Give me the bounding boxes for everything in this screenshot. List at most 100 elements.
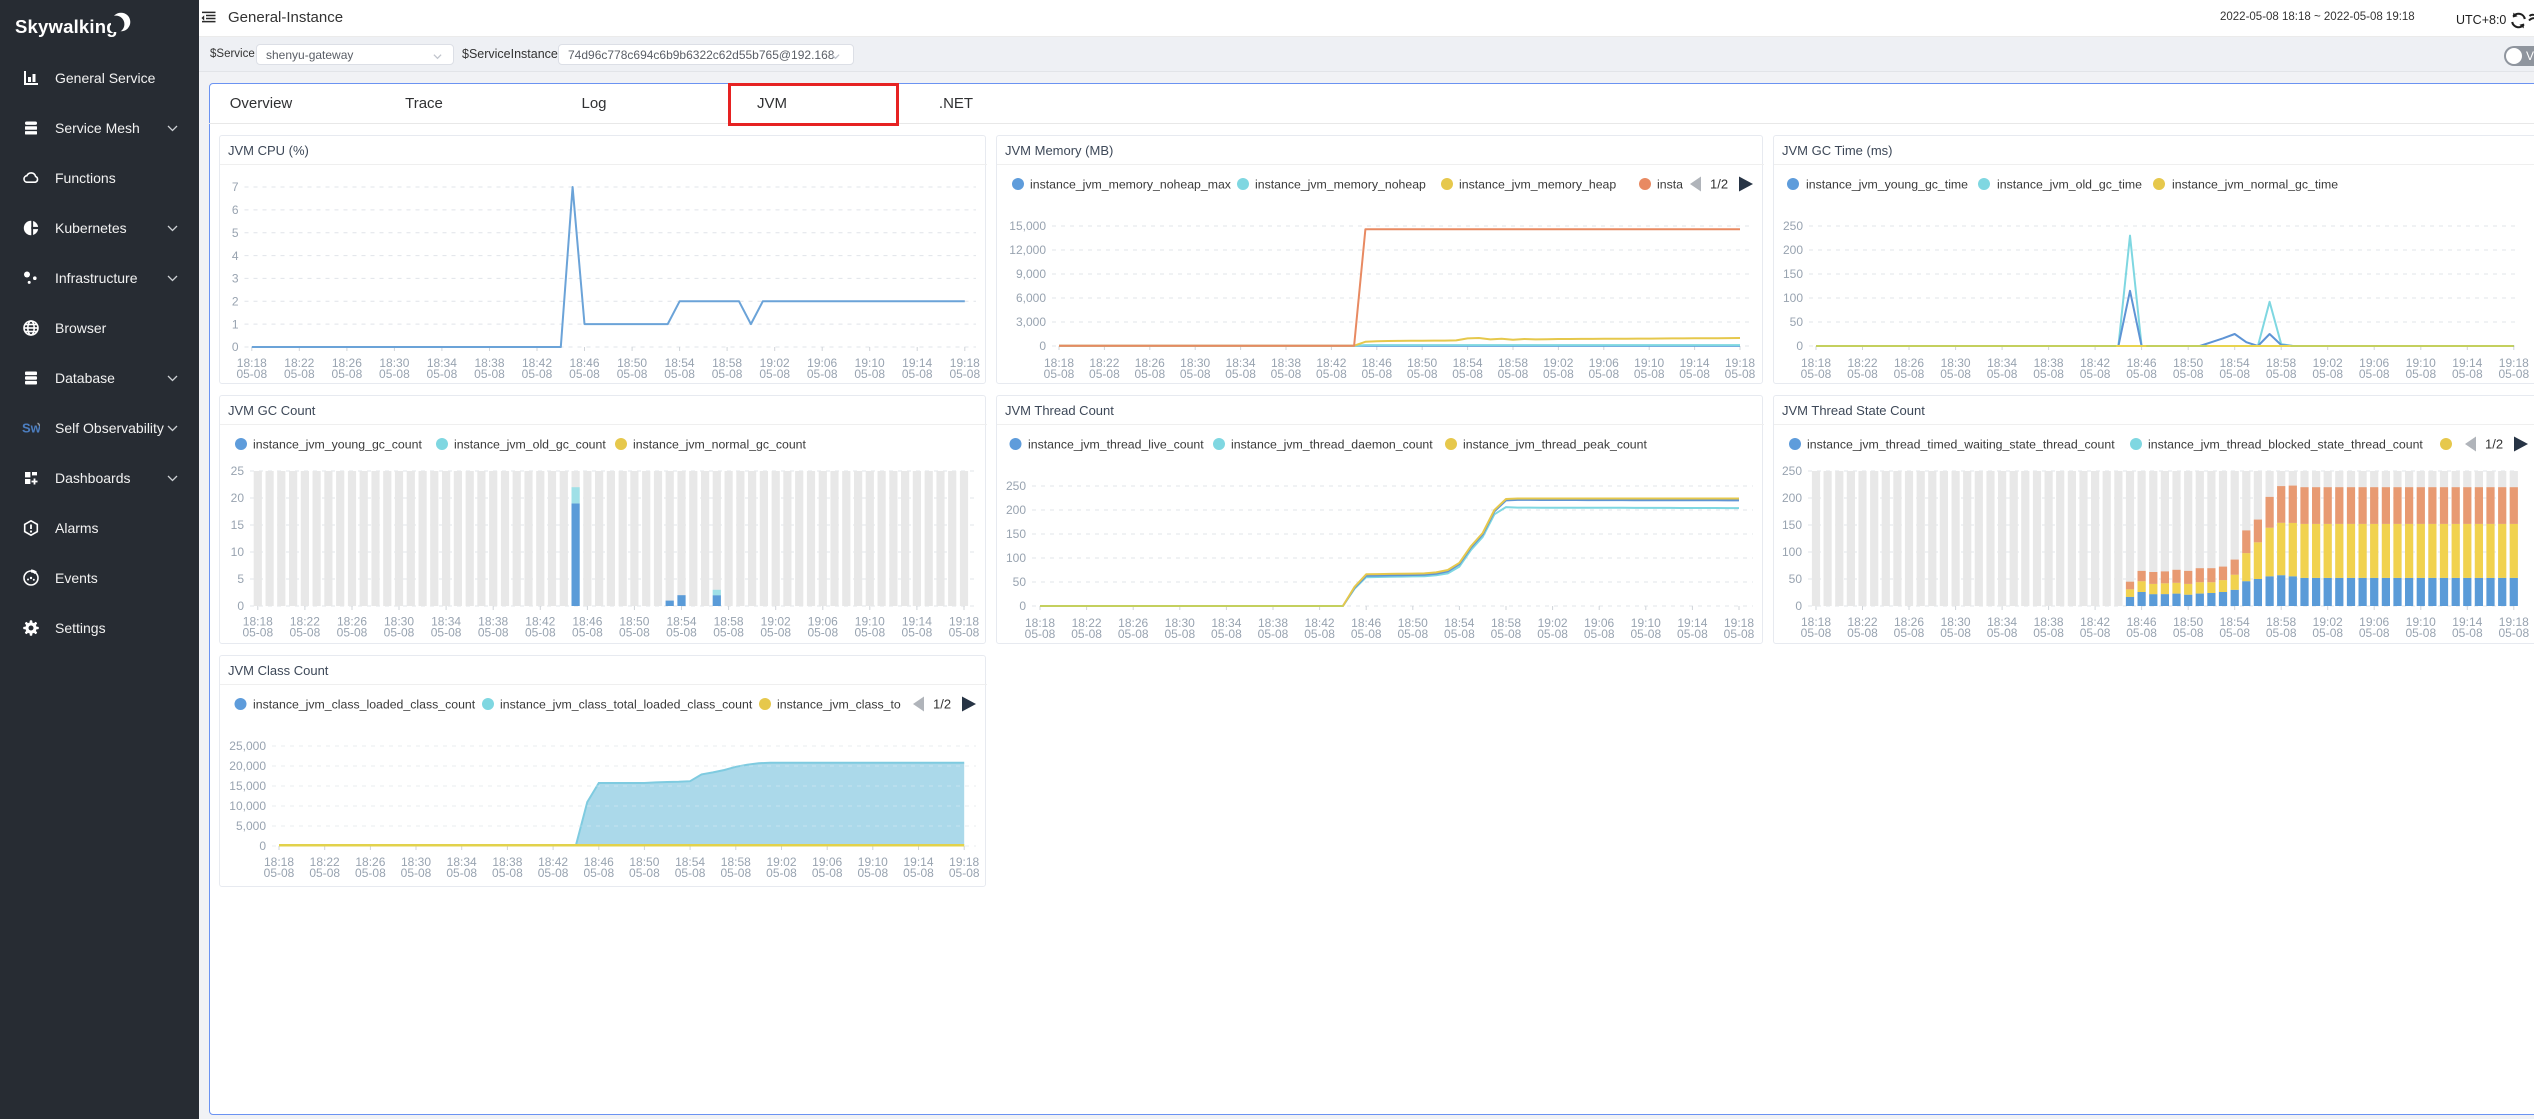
- svg-text:05-08: 05-08: [431, 626, 462, 640]
- svg-text:200: 200: [1006, 503, 1026, 517]
- svg-text:05-08: 05-08: [401, 866, 432, 880]
- svg-text:insta: insta: [1657, 178, 1683, 192]
- svg-text:05-08: 05-08: [446, 866, 477, 880]
- svg-text:05-08: 05-08: [1407, 367, 1438, 381]
- svg-text:instance_jvm_old_gc_time: instance_jvm_old_gc_time: [1997, 178, 2142, 192]
- svg-text:instance_jvm_thread_peak_count: instance_jvm_thread_peak_count: [1463, 438, 1647, 452]
- svg-text:instance_jvm_normal_gc_time: instance_jvm_normal_gc_time: [2172, 178, 2338, 192]
- svg-text:05-08: 05-08: [1044, 367, 1075, 381]
- svg-text:05-08: 05-08: [902, 626, 933, 640]
- svg-text:200: 200: [1782, 491, 1802, 505]
- svg-text:05-08: 05-08: [2080, 626, 2111, 640]
- svg-text:JVM Thread State Count: JVM Thread State Count: [1782, 403, 1925, 418]
- svg-text:05-08: 05-08: [1894, 367, 1925, 381]
- svg-text:05-08: 05-08: [1316, 367, 1347, 381]
- svg-text:0: 0: [232, 340, 239, 354]
- svg-text:250: 250: [1782, 464, 1802, 478]
- svg-text:05-08: 05-08: [284, 367, 315, 381]
- svg-text:9,000: 9,000: [1016, 267, 1046, 281]
- svg-text:05-08: 05-08: [854, 626, 885, 640]
- svg-text:instance_jvm_memory_noheap_max: instance_jvm_memory_noheap_max: [1030, 178, 1232, 192]
- svg-text:05-08: 05-08: [2452, 626, 2483, 640]
- svg-text:05-08: 05-08: [1801, 626, 1832, 640]
- svg-text:05-08: 05-08: [1271, 367, 1302, 381]
- svg-text:05-08: 05-08: [1634, 367, 1665, 381]
- svg-text:05-08: 05-08: [309, 866, 340, 880]
- svg-text:2: 2: [232, 295, 239, 309]
- svg-text:05-08: 05-08: [384, 626, 415, 640]
- svg-text:instance_jvm_young_gc_count: instance_jvm_young_gc_count: [253, 438, 422, 452]
- svg-text:JVM GC Count: JVM GC Count: [228, 403, 316, 418]
- svg-text:instance_jvm_memory_heap: instance_jvm_memory_heap: [1459, 178, 1616, 192]
- svg-text:05-08: 05-08: [949, 626, 980, 640]
- svg-text:05-08: 05-08: [766, 866, 797, 880]
- svg-text:05-08: 05-08: [949, 367, 980, 381]
- svg-text:05-08: 05-08: [664, 367, 695, 381]
- svg-text:0: 0: [1039, 339, 1046, 353]
- svg-text:05-08: 05-08: [1894, 626, 1925, 640]
- svg-text:05-08: 05-08: [2033, 367, 2064, 381]
- svg-text:05-08: 05-08: [1211, 627, 1242, 641]
- svg-text:instance_jvm_thread_live_count: instance_jvm_thread_live_count: [1028, 438, 1204, 452]
- svg-text:05-08: 05-08: [2126, 367, 2157, 381]
- svg-text:05-08: 05-08: [1677, 627, 1708, 641]
- svg-text:05-08: 05-08: [1258, 627, 1289, 641]
- svg-text:05-08: 05-08: [902, 367, 933, 381]
- svg-text:05-08: 05-08: [1491, 627, 1522, 641]
- svg-text:25,000: 25,000: [229, 739, 266, 753]
- svg-text:05-08: 05-08: [2173, 626, 2204, 640]
- svg-text:6,000: 6,000: [1016, 291, 1046, 305]
- svg-text:05-08: 05-08: [1725, 367, 1756, 381]
- svg-text:05-08: 05-08: [242, 626, 273, 640]
- svg-text:05-08: 05-08: [713, 626, 744, 640]
- svg-text:100: 100: [1782, 545, 1802, 559]
- svg-text:05-08: 05-08: [666, 626, 697, 640]
- svg-text:05-08: 05-08: [332, 367, 363, 381]
- svg-text:05-08: 05-08: [1847, 367, 1878, 381]
- svg-text:05-08: 05-08: [1118, 627, 1149, 641]
- svg-text:instance_jvm_thread_blocked_st: instance_jvm_thread_blocked_state_thread…: [2148, 438, 2423, 452]
- svg-text:instance_jvm_class_to: instance_jvm_class_to: [777, 698, 901, 712]
- svg-text:05-08: 05-08: [290, 626, 321, 640]
- svg-text:05-08: 05-08: [1588, 367, 1619, 381]
- svg-text:3,000: 3,000: [1016, 315, 1046, 329]
- svg-text:15,000: 15,000: [229, 779, 266, 793]
- svg-text:05-08: 05-08: [712, 367, 743, 381]
- svg-text:JVM GC Time (ms): JVM GC Time (ms): [1782, 143, 1893, 158]
- svg-text:05-08: 05-08: [1543, 367, 1574, 381]
- svg-text:05-08: 05-08: [1397, 627, 1428, 641]
- svg-text:instance_jvm_memory_noheap: instance_jvm_memory_noheap: [1255, 178, 1426, 192]
- svg-text:05-08: 05-08: [2405, 367, 2436, 381]
- svg-text:1/2: 1/2: [1710, 177, 1728, 192]
- svg-text:05-08: 05-08: [2266, 367, 2297, 381]
- svg-text:15: 15: [231, 518, 245, 532]
- svg-text:1: 1: [232, 317, 239, 331]
- svg-text:05-08: 05-08: [2405, 626, 2436, 640]
- svg-text:05-08: 05-08: [1679, 367, 1710, 381]
- svg-text:7: 7: [232, 180, 239, 194]
- svg-text:05-08: 05-08: [2452, 367, 2483, 381]
- svg-text:JVM CPU (%): JVM CPU (%): [228, 143, 309, 158]
- svg-text:15,000: 15,000: [1009, 219, 1046, 233]
- svg-text:100: 100: [1006, 551, 1026, 565]
- svg-text:1/2: 1/2: [2485, 437, 2503, 452]
- svg-text:5: 5: [237, 572, 244, 586]
- svg-text:05-08: 05-08: [2359, 626, 2390, 640]
- svg-text:05-08: 05-08: [760, 626, 791, 640]
- svg-text:0: 0: [237, 599, 244, 613]
- svg-text:5,000: 5,000: [236, 819, 266, 833]
- svg-text:05-08: 05-08: [949, 866, 980, 880]
- svg-text:05-08: 05-08: [1987, 626, 2018, 640]
- svg-text:05-08: 05-08: [2173, 367, 2204, 381]
- svg-text:05-08: 05-08: [1724, 627, 1755, 641]
- svg-text:05-08: 05-08: [1801, 367, 1832, 381]
- svg-text:05-08: 05-08: [379, 367, 410, 381]
- svg-text:instance_jvm_old_gc_count: instance_jvm_old_gc_count: [454, 438, 606, 452]
- svg-text:05-08: 05-08: [2080, 367, 2111, 381]
- svg-text:05-08: 05-08: [2498, 367, 2529, 381]
- svg-text:1/2: 1/2: [933, 697, 951, 712]
- svg-text:250: 250: [1783, 219, 1803, 233]
- svg-text:0: 0: [1019, 599, 1026, 613]
- svg-text:6: 6: [232, 203, 239, 217]
- svg-text:instance_jvm_class_loaded_clas: instance_jvm_class_loaded_class_count: [253, 698, 476, 712]
